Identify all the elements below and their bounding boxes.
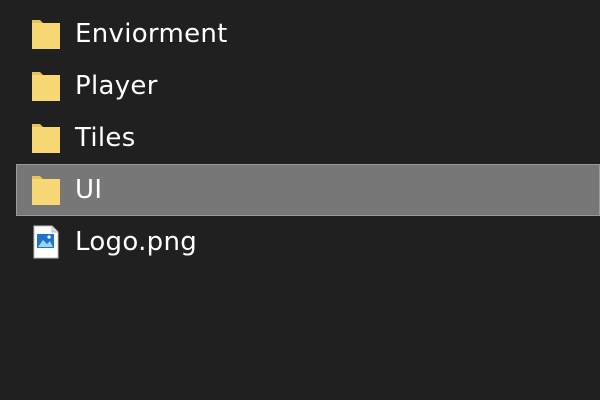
- item-label: Logo.png: [75, 227, 198, 257]
- list-item-tiles[interactable]: Tiles: [0, 112, 600, 164]
- item-label: Player: [75, 71, 158, 101]
- folder-icon: [30, 69, 62, 103]
- list-item-enviorment[interactable]: Enviorment: [0, 8, 600, 60]
- folder-icon: [30, 17, 62, 51]
- list-item-player[interactable]: Player: [0, 60, 600, 112]
- folder-icon: [30, 121, 62, 155]
- item-label: Enviorment: [75, 19, 228, 49]
- item-label: Tiles: [75, 123, 136, 153]
- png-file-icon: [30, 225, 62, 259]
- item-label: UI: [75, 175, 103, 205]
- folder-icon: [30, 173, 62, 207]
- file-list: Enviorment Player Tiles UI Logo.png: [0, 8, 600, 268]
- list-item-logo-png[interactable]: Logo.png: [0, 216, 600, 268]
- list-item-ui[interactable]: UI: [16, 164, 600, 216]
